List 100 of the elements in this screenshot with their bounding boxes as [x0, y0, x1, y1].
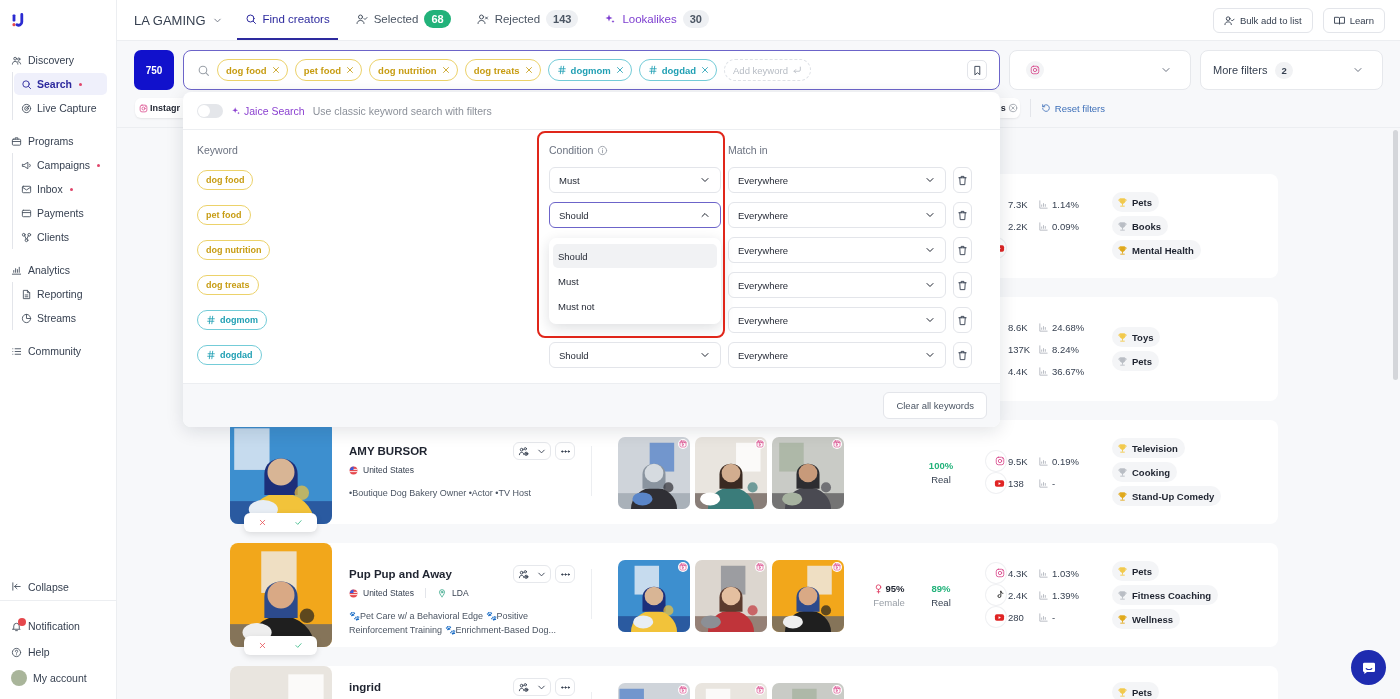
tag-label: Television — [1132, 442, 1178, 454]
keyword-label: dogdad — [220, 350, 253, 360]
follower-count: 4.3K — [1007, 567, 1029, 579]
jaice-search-text: Jaice Search — [244, 104, 305, 117]
keyword-label: pet food — [206, 210, 242, 220]
count-badge: 2 — [1275, 61, 1293, 79]
tag-label: Books — [1132, 220, 1162, 232]
nav-item[interactable]: Clients — [14, 225, 107, 249]
match-select[interactable]: Everywhere — [728, 202, 946, 228]
creator-name: Pup Pup and Away — [349, 568, 452, 580]
follower-count: 2.4K — [1007, 589, 1029, 601]
follower-count: 137K — [1007, 343, 1032, 355]
keyword-label: pet food — [303, 64, 342, 76]
follower-count: 4.4K — [1007, 365, 1029, 377]
match-select[interactable]: Everywhere — [728, 237, 946, 263]
tag-label: Pets — [1132, 565, 1153, 577]
nav-section[interactable]: Programs — [6, 129, 74, 153]
learn-button[interactable]: Learn — [1322, 7, 1385, 33]
engagement-rate: 0.19% — [1052, 455, 1079, 467]
keyword-label: dogmom — [570, 64, 611, 76]
toggle-hint: Use classic keyword search with filters — [312, 104, 492, 117]
match-select[interactable]: Everywhere — [728, 307, 946, 333]
tag-label: Stand-Up Comedy — [1132, 490, 1215, 502]
real-label: Real — [931, 473, 951, 485]
match-select[interactable]: Everywhere — [728, 272, 946, 298]
count-badge: 30 — [682, 10, 709, 28]
keyword-label: dogdad — [661, 64, 697, 76]
tab[interactable]: Selected 68 — [347, 0, 459, 40]
condition-select[interactable]: Should — [549, 202, 721, 228]
nav-section[interactable]: Discovery — [6, 48, 75, 72]
engagement-rate: 0.09% — [1052, 220, 1079, 232]
menu-option[interactable]: Must not — [553, 294, 717, 318]
menu-option[interactable]: Must — [553, 269, 717, 293]
tag-label: Pets — [1132, 355, 1153, 367]
nav-item[interactable]: Payments — [14, 201, 107, 225]
country-label: United States — [363, 588, 415, 598]
more-filters-button[interactable]: More filters 2 — [1200, 50, 1383, 90]
keyword-label: dog food — [206, 175, 245, 185]
result-count[interactable]: 750 — [134, 50, 174, 90]
tag-label: Toys — [1132, 331, 1154, 343]
sidebar-link[interactable]: Help — [0, 639, 116, 665]
keyword-label: dog food — [226, 64, 267, 76]
condition-select[interactable]: Must — [549, 167, 721, 193]
engagement-rate: 24.68% — [1052, 321, 1085, 333]
real-share: 100% — [928, 459, 954, 471]
follower-count: 9.5K — [1007, 455, 1029, 467]
nav-item[interactable]: Reporting — [14, 282, 107, 306]
follower-count: 2.2K — [1007, 220, 1029, 232]
match-select[interactable]: Everywhere — [728, 167, 946, 193]
creator-bio: 🐾Pet Care w/ a Behavioral Edge 🐾Positive Reinforcement Training 🐾Enrichment-Based Dog... — [349, 610, 558, 637]
keyword-label: dog nutrition — [206, 245, 262, 255]
column-header: Condition — [549, 144, 594, 156]
gender-label: Female — [873, 596, 905, 608]
account-button[interactable]: My account — [0, 665, 116, 691]
keyword-label: dog treats — [473, 64, 520, 76]
condition-select[interactable]: Should — [549, 342, 721, 368]
workspace-selector[interactable]: LA GAMING — [134, 0, 223, 40]
tab[interactable]: Lookalikes 30 — [596, 0, 717, 40]
tag-label: Wellness — [1132, 613, 1173, 625]
nav-section[interactable]: Analytics — [6, 258, 70, 282]
keyword-label: dog treats — [206, 280, 250, 290]
keyword-label: dogmom — [220, 315, 258, 325]
match-select[interactable]: Everywhere — [728, 342, 946, 368]
gender-share: 95% — [885, 582, 905, 594]
engagement-rate: 1.03% — [1052, 567, 1079, 579]
engagement-rate: - — [1052, 611, 1056, 623]
location-label: LDA — [452, 588, 469, 598]
sidebar-link[interactable]: Notification — [0, 613, 116, 639]
nav-section[interactable]: Community — [6, 339, 82, 363]
nav-item[interactable]: Inbox — [14, 177, 107, 201]
count-badge: 143 — [546, 10, 579, 28]
count-badge: 68 — [424, 10, 451, 28]
engagement-rate: 8.24% — [1052, 343, 1079, 355]
filter-chip[interactable]: s — [999, 98, 1020, 118]
bulk-add-button[interactable]: Bulk add to list — [1212, 7, 1313, 33]
clear-keywords-button[interactable]: Clear all keywords — [883, 392, 987, 419]
creator-name: AMY BURSOR — [349, 445, 428, 457]
filter-chip[interactable]: Instagr — [135, 98, 183, 118]
sidebar-link[interactable]: Collapse — [0, 573, 116, 601]
follower-count: 280 — [1007, 611, 1025, 623]
filter-label: Instagr — [150, 103, 180, 113]
nav-item[interactable]: Campaigns — [14, 153, 107, 177]
engagement-rate: 1.14% — [1052, 198, 1079, 210]
reset-filters-button[interactable]: Reset filters — [1040, 102, 1105, 114]
real-share: 89% — [931, 582, 951, 594]
nav-item[interactable]: Search — [14, 73, 107, 95]
creator-bio: •Boutique Dog Bakery Owner •Actor •TV Host — [349, 487, 533, 500]
tag-label: Pets — [1132, 686, 1153, 698]
menu-option[interactable]: Should — [553, 244, 717, 268]
real-label: Real — [931, 596, 951, 608]
tag-label: Fitness Coaching — [1132, 589, 1212, 601]
engagement-rate: 1.39% — [1052, 589, 1079, 601]
nav-item[interactable]: Streams — [14, 306, 107, 330]
follower-count: 7.3K — [1007, 198, 1029, 210]
nav-item[interactable]: Live Capture — [14, 96, 107, 120]
column-header: Match in — [728, 144, 768, 156]
follower-count: 138 — [1007, 477, 1025, 489]
tab[interactable]: Rejected 143 — [468, 0, 587, 40]
engagement-rate: - — [1052, 477, 1056, 489]
column-header: Keyword — [197, 144, 238, 156]
